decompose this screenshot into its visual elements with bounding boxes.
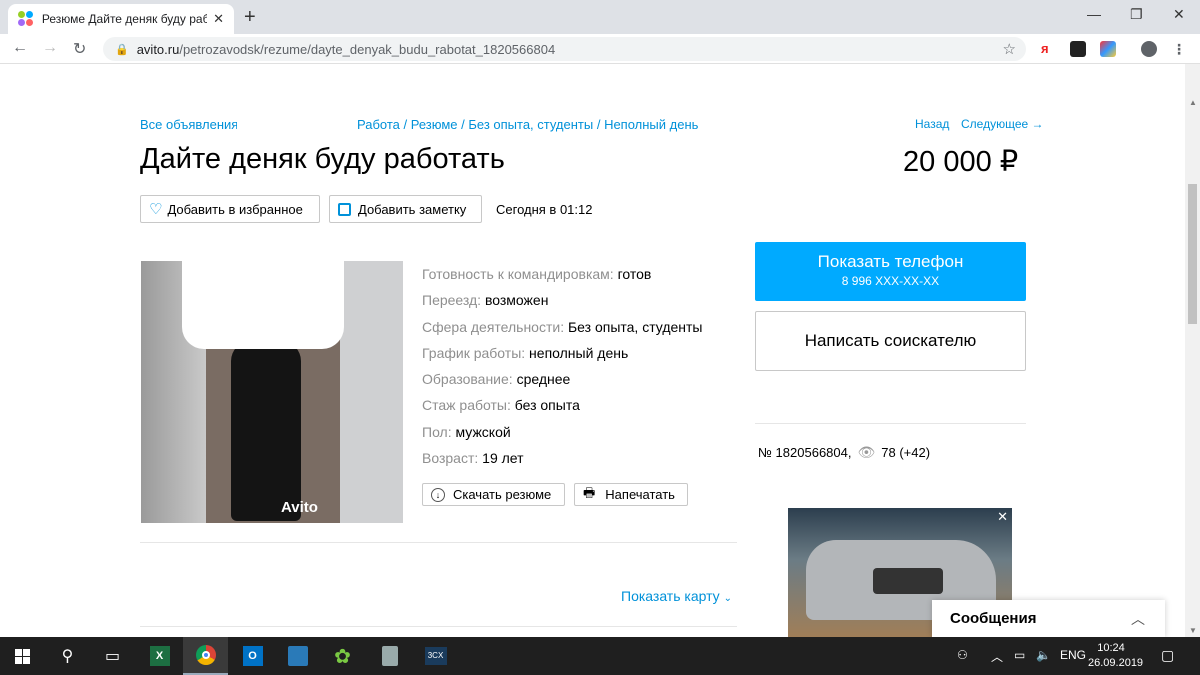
print-button[interactable]: 🖶 Напечатать	[574, 483, 688, 506]
download-resume-button[interactable]: ↓ Скачать резюме	[422, 483, 565, 506]
ad-stats: № 1820566804, 👁 78 (+42)	[758, 444, 930, 461]
scroll-down-icon[interactable]: ▼	[1189, 626, 1197, 635]
property-row: Готовность к командировкам: готов	[422, 266, 652, 282]
property-row: График работы: неполный день	[422, 344, 629, 361]
browser-tab[interactable]: Резюме Дайте деняк буду работ ✕	[8, 4, 234, 34]
divider	[755, 423, 1026, 424]
avito-favicon-icon	[18, 11, 34, 27]
people-icon[interactable]: ⚇	[957, 648, 968, 662]
divider	[140, 542, 737, 543]
notifications-icon[interactable]: ▢	[1161, 647, 1174, 664]
property-row: Образование: среднее	[422, 371, 571, 388]
windows-taskbar: ⚲ ▭ X O ✿ 3CX ⚇ ︿ ▭ 🔈 ENG 10:24 26.09.20…	[0, 637, 1200, 675]
extension-icon[interactable]	[1100, 41, 1116, 57]
bookmark-star-icon[interactable]: ☆	[1003, 40, 1016, 58]
forward-arrow-icon[interactable]: →	[42, 39, 58, 57]
app-icon[interactable]	[367, 637, 412, 675]
page-scrollbar[interactable]: ▲ ▼	[1185, 64, 1200, 637]
ad-number: № 1820566804,	[758, 445, 852, 460]
heart-icon: ♡	[149, 201, 163, 218]
posted-date: Сегодня в 01:12	[496, 202, 593, 217]
menu-dots-icon[interactable]: ⋮	[1172, 41, 1188, 57]
next-link[interactable]: Следующее →	[961, 117, 1044, 131]
3cx-icon[interactable]: 3CX	[413, 637, 458, 675]
url-path: /petrozavodsk/rezume/dayte_denyak_budu_r…	[179, 41, 556, 57]
divider	[140, 626, 737, 627]
note-icon	[338, 202, 351, 216]
print-label: Напечатать	[605, 487, 675, 502]
volume-icon[interactable]: 🔈	[1036, 648, 1051, 662]
system-clock[interactable]: 10:24 26.09.2019	[1088, 641, 1143, 671]
app-icon[interactable]	[275, 637, 320, 675]
page-title: Дайте деняк буду работать	[140, 143, 505, 175]
avito-watermark: Avito	[281, 499, 318, 516]
phone-masked: 8 996 XXX-XX-XX	[841, 274, 940, 288]
new-tab-button[interactable]: +	[244, 6, 256, 29]
chevron-up-icon[interactable]: ︿	[991, 648, 1003, 665]
tab-title: Резюме Дайте деняк буду работ	[41, 12, 208, 26]
breadcrumb-all-ads[interactable]: Все объявления	[140, 117, 237, 132]
add-note-button[interactable]: Добавить заметку	[329, 195, 482, 223]
reload-icon[interactable]: ↻	[73, 39, 86, 59]
chevron-down-icon: ⌄	[723, 593, 732, 604]
outlook-icon[interactable]: O	[230, 637, 275, 675]
browser-tab-strip: Резюме Дайте деняк буду работ ✕ + — ❐ ✕	[0, 0, 1200, 34]
minimize-window-button[interactable]: —	[1087, 6, 1101, 22]
close-tab-icon[interactable]: ✕	[213, 11, 224, 27]
resume-photo[interactable]: Avito	[141, 261, 403, 523]
close-window-button[interactable]: ✕	[1173, 6, 1185, 23]
show-map-link[interactable]: Показать карту ⌄	[621, 588, 732, 604]
property-row: Переезд: возможен	[422, 292, 549, 309]
messages-widget[interactable]: Сообщения ︿	[932, 600, 1165, 637]
task-view-icon[interactable]: ▭	[90, 637, 135, 675]
lock-icon: 🔒	[115, 43, 129, 56]
close-ad-icon[interactable]: ✕	[997, 509, 1008, 525]
excel-icon[interactable]: X	[137, 637, 182, 675]
breadcrumb[interactable]: Работа / Резюме / Без опыта, студенты / …	[357, 117, 698, 132]
network-icon[interactable]: ▭	[1014, 648, 1025, 662]
download-label: Скачать резюме	[453, 487, 552, 502]
show-phone-label: Показать телефон	[817, 252, 964, 271]
icq-icon[interactable]: ✿	[320, 637, 365, 675]
messages-label: Сообщения	[950, 610, 1037, 627]
property-row: Возраст: 19 лет	[422, 450, 524, 467]
add-favorite-label: Добавить в избранное	[167, 201, 303, 217]
property-row: Стаж работы: без опыта	[422, 397, 580, 414]
windows-start-icon[interactable]	[0, 637, 45, 675]
language-indicator[interactable]: ENG	[1060, 648, 1086, 662]
scroll-up-icon[interactable]: ▲	[1189, 98, 1197, 107]
view-count: 78 (+42)	[881, 445, 931, 460]
extension-icon[interactable]	[1070, 41, 1086, 57]
resume-properties: Готовность к командировкам: готов Переез…	[422, 261, 702, 471]
price: 20 000 ₽	[903, 146, 1019, 178]
restore-window-button[interactable]: ❐	[1130, 6, 1143, 23]
eye-icon: 👁	[857, 444, 876, 460]
address-bar[interactable]: 🔒 avito.ru/petrozavodsk/rezume/dayte_den…	[103, 37, 1026, 61]
show-phone-button[interactable]: Показать телефон 8 996 XXX-XX-XX	[755, 242, 1026, 301]
add-favorite-button[interactable]: ♡ Добавить в избранное	[140, 195, 320, 223]
scrollbar-thumb[interactable]	[1188, 184, 1197, 324]
profile-avatar-icon[interactable]	[1141, 41, 1157, 57]
back-link[interactable]: Назад	[915, 117, 949, 131]
browser-toolbar: ← → ↻ 🔒 avito.ru/petrozavodsk/rezume/day…	[0, 34, 1200, 64]
property-row: Пол: мужской	[422, 423, 511, 440]
download-icon: ↓	[431, 487, 445, 502]
property-row: Сфера деятельности: Без опыта, студенты	[422, 318, 703, 335]
write-applicant-button[interactable]: Написать соискателю	[755, 311, 1026, 371]
search-icon[interactable]: ⚲	[45, 637, 90, 675]
chevron-up-icon[interactable]: ︿	[1131, 609, 1145, 629]
printer-icon: 🖶	[583, 484, 596, 500]
add-note-label: Добавить заметку	[358, 201, 467, 217]
back-arrow-icon[interactable]: ←	[12, 39, 28, 57]
yandex-extension-icon[interactable]: я	[1041, 41, 1057, 57]
chrome-icon[interactable]	[183, 637, 228, 675]
url-host: avito.ru	[136, 41, 180, 57]
